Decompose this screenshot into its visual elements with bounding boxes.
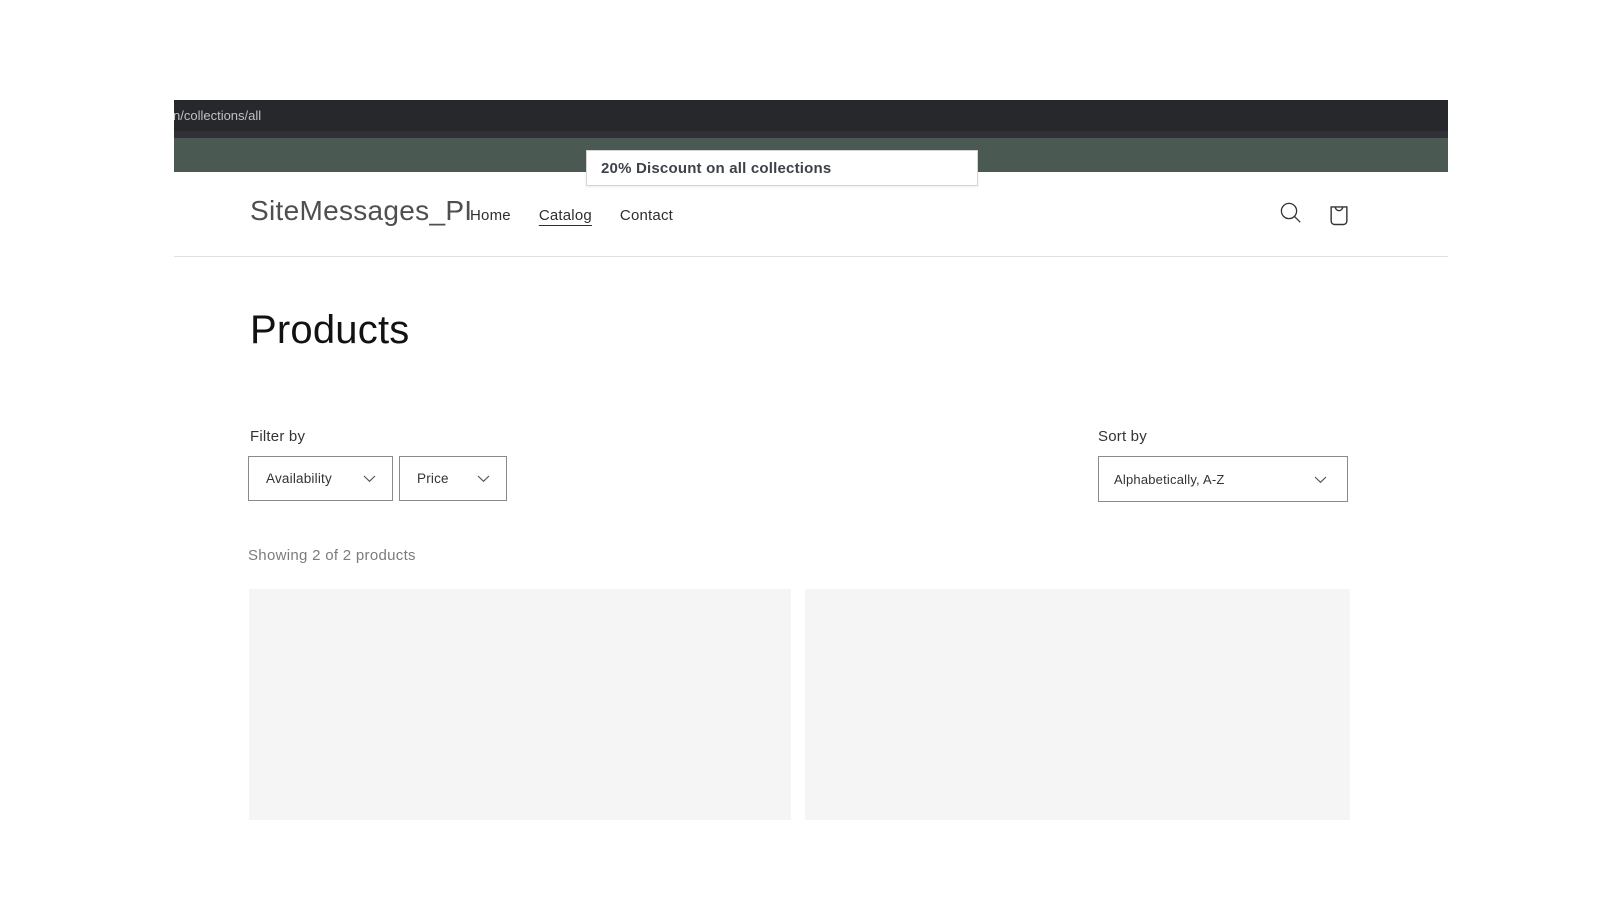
filter-by-label: Filter by — [250, 428, 306, 445]
filter-availability-dropdown[interactable]: Availability — [248, 456, 393, 501]
product-card-placeholder[interactable] — [249, 589, 791, 820]
sort-by-label: Sort by — [1098, 428, 1147, 445]
discount-tooltip: 20% Discount on all collections — [586, 150, 978, 186]
discount-tooltip-text: 20% Discount on all collections — [601, 159, 832, 177]
nav-link-contact[interactable]: Contact — [620, 207, 673, 224]
page-title: Products — [250, 308, 410, 352]
product-card-placeholder[interactable] — [805, 589, 1350, 820]
storefront-page: n/collections/all 20% Discount on all co… — [0, 0, 1600, 900]
chevron-down-icon — [1314, 472, 1327, 487]
results-summary: Showing 2 of 2 products — [248, 547, 416, 564]
nav-link-catalog[interactable]: Catalog — [539, 207, 592, 224]
address-url-text: n/collections/all — [174, 108, 262, 123]
filter-price-dropdown[interactable]: Price — [399, 456, 507, 501]
chevron-down-icon — [363, 471, 376, 486]
filter-price-label: Price — [417, 471, 449, 486]
filter-availability-label: Availability — [266, 471, 332, 486]
sort-dropdown[interactable]: Alphabetically, A-Z — [1098, 456, 1348, 502]
chevron-down-icon — [477, 471, 490, 486]
store-logo[interactable]: SiteMessages_PI — [250, 195, 472, 227]
main-nav: Home Catalog Contact — [470, 207, 673, 224]
nav-link-home[interactable]: Home — [470, 207, 511, 224]
search-icon[interactable] — [1278, 200, 1304, 226]
sort-selected-value: Alphabetically, A-Z — [1114, 471, 1225, 487]
browser-address-bar[interactable]: n/collections/all — [174, 100, 1448, 131]
browser-chrome-strip — [174, 131, 1448, 138]
cart-icon[interactable] — [1326, 201, 1352, 227]
